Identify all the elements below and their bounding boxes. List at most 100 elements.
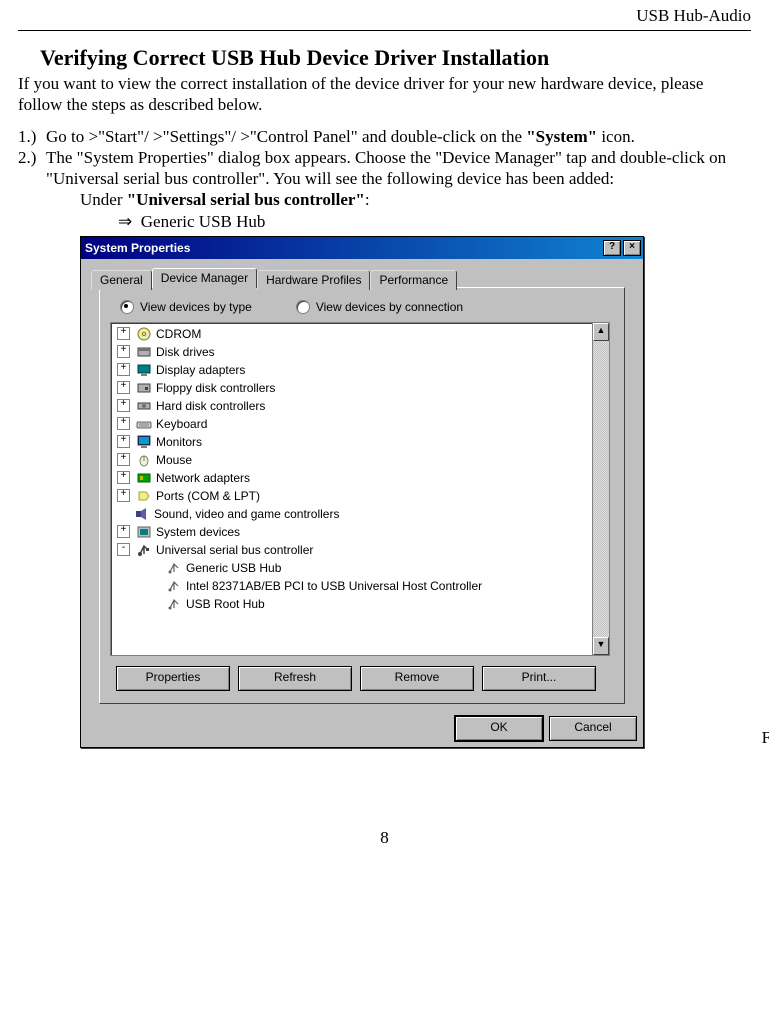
tab-performance[interactable]: Performance <box>370 270 457 290</box>
tree-node-hdc[interactable]: + Hard disk controllers <box>113 397 592 415</box>
usb-icon <box>136 542 152 558</box>
tree-connector <box>117 508 128 519</box>
scroll-down-button[interactable]: ▼ <box>593 637 609 655</box>
expand-icon[interactable]: + <box>117 471 130 484</box>
tab-hardware-profiles[interactable]: Hardware Profiles <box>257 270 370 290</box>
tree-child-label: Generic USB Hub <box>186 561 281 575</box>
disk-icon <box>136 344 152 360</box>
step-1-text-b: "System" <box>526 127 597 146</box>
system-properties-dialog: System Properties ? × General Device Man… <box>80 236 644 748</box>
tree-node-mouse[interactable]: +Mouse <box>113 451 592 469</box>
under-b: "Universal serial bus controller" <box>127 190 365 209</box>
expand-icon[interactable]: + <box>117 417 130 430</box>
print-button[interactable]: Print... <box>482 666 596 691</box>
expand-icon[interactable]: + <box>117 363 130 376</box>
expand-icon[interactable]: + <box>117 327 130 340</box>
tabs: General Device Manager Hardware Profiles… <box>91 267 637 287</box>
intro-text: If you want to view the correct installa… <box>18 73 751 116</box>
tree-node-cd[interactable]: + CDROM <box>113 325 592 343</box>
tree-node-net[interactable]: + Network adapters <box>113 469 592 487</box>
radio-type-label: View devices by type <box>140 300 252 314</box>
tree-node-label: Universal serial bus controller <box>156 543 313 557</box>
dialog-footer: OK Cancel <box>81 710 643 747</box>
tree-node-disk[interactable]: + Disk drives <box>113 343 592 361</box>
tree-node-label: Floppy disk controllers <box>156 381 275 395</box>
properties-button[interactable]: Properties <box>116 666 230 691</box>
sys-icon <box>136 524 152 540</box>
expand-icon[interactable]: + <box>117 399 130 412</box>
usb-device-icon <box>166 578 182 594</box>
scroll-track[interactable] <box>593 341 609 637</box>
figure-caption: Fig.8 <box>762 728 769 748</box>
titlebar: System Properties ? × <box>81 237 643 259</box>
tree-node-mon[interactable]: + Monitors <box>113 433 592 451</box>
step-1-text-a: Go to >"Start"/ >"Settings"/ >"Control P… <box>46 127 526 146</box>
arrow-icon: ⇒ <box>118 212 132 231</box>
expand-icon[interactable]: + <box>117 381 130 394</box>
floppy-icon <box>136 380 152 396</box>
tree-node-sound[interactable]: Sound, video and game controllers <box>113 505 592 523</box>
titlebar-text: System Properties <box>85 241 603 255</box>
tree-node-label: Hard disk controllers <box>156 399 265 413</box>
tree-child-usb[interactable]: USB Root Hub <box>113 595 592 613</box>
usb-device-icon <box>166 596 182 612</box>
expand-icon[interactable]: + <box>117 453 130 466</box>
tree-node-label: Network adapters <box>156 471 250 485</box>
mon-icon <box>136 434 152 450</box>
remove-button[interactable]: Remove <box>360 666 474 691</box>
arrow-text: Generic USB Hub <box>141 212 266 231</box>
expand-icon[interactable]: + <box>117 525 130 538</box>
ok-button[interactable]: OK <box>455 716 543 741</box>
tree-child-usb[interactable]: Intel 82371AB/EB PCI to USB Universal Ho… <box>113 577 592 595</box>
kbd-icon <box>136 416 152 432</box>
mouse-icon <box>136 452 152 468</box>
tree-node-label: Disk drives <box>156 345 215 359</box>
scroll-up-button[interactable]: ▲ <box>593 323 609 341</box>
tree-node-usb[interactable]: - Universal serial bus controller <box>113 541 592 559</box>
tab-general[interactable]: General <box>91 270 152 290</box>
tree-child-usb[interactable]: Generic USB Hub <box>113 559 592 577</box>
step-1-text-c: icon. <box>597 127 635 146</box>
vertical-scrollbar[interactable]: ▲ ▼ <box>592 323 609 655</box>
tree-node-floppy[interactable]: + Floppy disk controllers <box>113 379 592 397</box>
properties-button-label: Properties <box>146 670 201 684</box>
ports-icon <box>136 488 152 504</box>
expand-icon[interactable]: + <box>117 435 130 448</box>
tree-node-label: Ports (COM & LPT) <box>156 489 260 503</box>
radio-dot-icon <box>120 300 134 314</box>
refresh-button[interactable]: Refresh <box>238 666 352 691</box>
tree-node-label: System devices <box>156 525 240 539</box>
cancel-button[interactable]: Cancel <box>549 716 637 741</box>
tree-node-label: CDROM <box>156 327 201 341</box>
tree-connector <box>149 562 160 573</box>
help-button[interactable]: ? <box>603 240 621 256</box>
tree-node-ports[interactable]: + Ports (COM & LPT) <box>113 487 592 505</box>
refresh-button-label: Refresh <box>274 670 316 684</box>
close-button[interactable]: × <box>623 240 641 256</box>
tab-device-manager[interactable]: Device Manager <box>152 268 257 288</box>
tree-node-label: Keyboard <box>156 417 207 431</box>
tree-child-label: Intel 82371AB/EB PCI to USB Universal Ho… <box>186 579 482 593</box>
device-tree: + CDROM + Disk drives + Display adapters + Flop… <box>110 322 610 656</box>
sound-icon <box>134 506 150 522</box>
radio-conn-label: View devices by connection <box>316 300 463 314</box>
under-line: Under "Universal serial bus controller": <box>80 189 751 210</box>
expand-icon[interactable]: + <box>117 345 130 358</box>
under-a: Under <box>80 190 127 209</box>
tree-node-label: Monitors <box>156 435 202 449</box>
tree-node-label: Display adapters <box>156 363 245 377</box>
radio-dot-icon <box>296 300 310 314</box>
step-1-num: 1.) <box>18 126 46 147</box>
expand-icon[interactable]: + <box>117 489 130 502</box>
cd-icon <box>136 326 152 342</box>
expand-icon[interactable]: - <box>117 543 130 556</box>
tree-node-kbd[interactable]: + Keyboard <box>113 415 592 433</box>
net-icon <box>136 470 152 486</box>
tree-node-disp[interactable]: + Display adapters <box>113 361 592 379</box>
tree-node-sys[interactable]: + System devices <box>113 523 592 541</box>
step-2-num: 2.) <box>18 147 46 190</box>
radio-view-by-type[interactable]: View devices by type <box>120 300 252 314</box>
page-number: 8 <box>18 828 751 848</box>
page-title: Verifying Correct USB Hub Device Driver … <box>40 45 751 71</box>
radio-view-by-connection[interactable]: View devices by connection <box>296 300 463 314</box>
